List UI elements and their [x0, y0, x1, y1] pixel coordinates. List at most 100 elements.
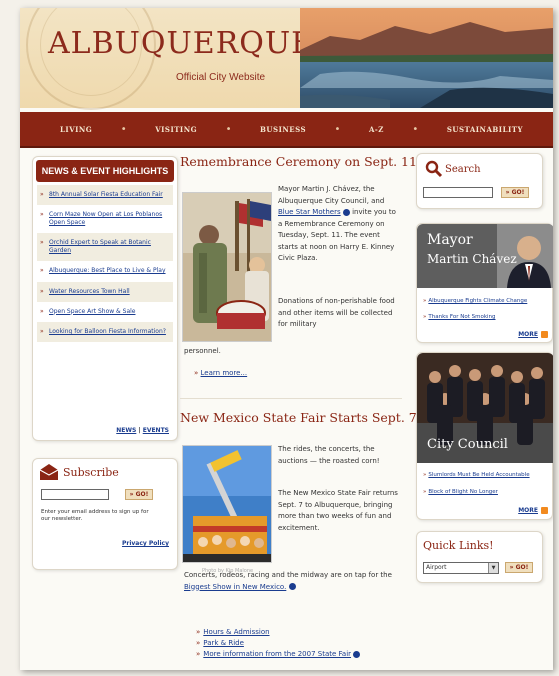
news-link[interactable]: Albuquerque: Best Place to Live & Play	[49, 267, 166, 274]
external-link-icon	[288, 583, 296, 591]
news-link[interactable]: Open Space Art Show & Sale	[49, 308, 135, 315]
bullet-icon: »	[40, 191, 44, 198]
article-text: Concerts, rodeos, racing and the midway …	[184, 571, 392, 579]
site-tagline: Official City Website	[176, 72, 266, 83]
news-item: » Looking for Balloon Fiesta Information…	[37, 321, 173, 342]
rss-icon[interactable]	[541, 331, 548, 338]
bullet-icon: »	[40, 307, 44, 315]
news-highlights-box: NEWS & EVENT HIGHLIGHTS » 8th Annual Sol…	[32, 156, 178, 441]
mayor-link-line: » Albuquerque Fights Climate Change	[423, 298, 527, 304]
hours-admission-link[interactable]: Hours & Admission	[203, 628, 269, 636]
news-link[interactable]: Water Resources Town Hall	[49, 288, 130, 295]
rss-icon[interactable]	[541, 507, 548, 514]
search-input[interactable]	[423, 187, 493, 198]
nav-separator: •	[412, 123, 419, 135]
city-council-box: City Council » Slumlords Must Be Held Acc…	[416, 352, 553, 520]
council-more-link[interactable]: MORE	[518, 507, 538, 514]
bullet-icon: »	[40, 287, 44, 295]
chevron-down-icon[interactable]: ▼	[488, 563, 498, 573]
quick-links-box: Quick Links! Airport ▼ » GO!	[416, 531, 543, 583]
nav-living[interactable]: LIVING	[60, 125, 92, 134]
page: ALBUQUERQUE Official City Website LIVING…	[20, 8, 553, 670]
bullet-icon: »	[423, 298, 427, 304]
mayor-news-link[interactable]: Thanks For Not Smoking	[428, 314, 495, 320]
news-item: » Albuquerque: Best Place to Live & Play	[37, 261, 173, 281]
mayor-banner[interactable]: Mayor Martin Chávez	[417, 224, 553, 288]
subscribe-help-text: Enter your email address to sign up for …	[41, 509, 149, 523]
site-title[interactable]: ALBUQUERQUE	[48, 26, 314, 61]
council-news-link[interactable]: Block of Blight No Longer	[428, 489, 498, 495]
news-heading: NEWS & EVENT HIGHLIGHTS	[36, 160, 174, 182]
state-fair-info-link[interactable]: More information from the 2007 State Fai…	[203, 650, 351, 658]
bullet-icon: »	[40, 267, 44, 275]
news-all-link[interactable]: NEWS	[116, 427, 136, 434]
article-paragraph: The rides, the concerts, the auctions — …	[278, 445, 380, 465]
mayor-box: Mayor Martin Chávez » Albuquerque Fights …	[416, 223, 553, 343]
events-link[interactable]: EVENTS	[143, 427, 169, 434]
blue-star-mothers-link[interactable]: Blue Star Mothers	[278, 208, 341, 216]
subscribe-email-input[interactable]	[41, 489, 109, 500]
news-link[interactable]: Orchid Expert to Speak at Botanic Garden	[49, 239, 151, 254]
council-title: City Council	[427, 437, 508, 452]
envelope-icon	[39, 463, 59, 481]
news-item: » Water Resources Town Hall	[37, 281, 173, 302]
news-item: » 8th Annual Solar Fiesta Education Fair	[37, 185, 173, 206]
privacy-policy-link[interactable]: Privacy Policy	[122, 540, 169, 547]
bullet-icon: »	[40, 327, 44, 335]
external-link-icon	[353, 650, 361, 658]
article-paragraph: The New Mexico State Fair returns Sept. …	[278, 489, 398, 532]
mayor-news-link[interactable]: Albuquerque Fights Climate Change	[428, 298, 527, 304]
quick-links-selected: Airport	[426, 564, 447, 571]
search-icon	[425, 160, 443, 178]
council-news-link[interactable]: Slumlords Must Be Held Accountable	[428, 472, 529, 478]
bullet-icon: »	[423, 489, 427, 495]
search-box: Search » GO!	[416, 153, 543, 209]
council-banner[interactable]: City Council	[417, 353, 553, 463]
fair-link-line: » More information from the 2007 State Fa…	[196, 650, 361, 658]
nav-a-z[interactable]: A-Z	[369, 125, 384, 134]
news-link[interactable]: Corn Maze Now Open at Los Poblanos Open …	[49, 211, 162, 226]
nav-sustainability[interactable]: SUSTAINABILITY	[447, 125, 523, 134]
quick-links-title: Quick Links!	[423, 539, 494, 552]
nav-separator: •	[225, 123, 232, 135]
search-go-button[interactable]: » GO!	[501, 187, 529, 198]
bullet-icon: »	[196, 650, 201, 658]
news-item: » Corn Maze Now Open at Los Poblanos Ope…	[37, 205, 173, 233]
remembrance-photo	[182, 192, 272, 342]
mayor-name: Martin Chávez	[427, 252, 517, 266]
quick-links-select[interactable]: Airport ▼	[423, 562, 499, 574]
news-link[interactable]: Looking for Balloon Fiesta Information?	[49, 328, 166, 335]
quick-links-go-button[interactable]: » GO!	[505, 562, 533, 573]
council-link-line: » Slumlords Must Be Held Accountable	[423, 472, 530, 478]
article-paragraph-cont: personnel.	[184, 347, 221, 355]
news-link[interactable]: 8th Annual Solar Fiesta Education Fair	[49, 191, 163, 198]
bullet-icon: »	[196, 628, 201, 636]
main-nav: LIVING • VISITING • BUSINESS • A-Z • SUS…	[20, 112, 553, 148]
news-item: » Open Space Art Show & Sale	[37, 302, 173, 322]
article-text: Mayor Martin J. Chávez, the Albuquerque …	[278, 185, 385, 205]
learn-more-link[interactable]: Learn more...	[201, 369, 248, 377]
article-title[interactable]: New Mexico State Fair Starts Sept. 7	[180, 410, 417, 425]
learn-more-line: » Learn more...	[194, 368, 247, 380]
article-paragraph: Mayor Martin J. Chávez, the Albuquerque …	[278, 184, 398, 265]
bullet-icon: »	[194, 369, 199, 377]
nav-business[interactable]: BUSINESS	[260, 125, 306, 134]
state-fair-photo	[182, 445, 272, 563]
biggest-show-link[interactable]: Biggest Show in New Mexico.	[184, 583, 286, 591]
mayor-title: Mayor	[427, 232, 473, 248]
article-text: invite you to a Remembrance Ceremony on …	[278, 208, 396, 263]
link-separator: |	[138, 427, 141, 434]
nav-separator: •	[334, 123, 341, 135]
external-link-icon	[342, 208, 350, 216]
subscribe-go-button[interactable]: » GO!	[125, 489, 153, 500]
article-title[interactable]: Remembrance Ceremony on Sept. 11	[180, 154, 417, 169]
fair-link-line: » Hours & Admission	[196, 628, 270, 636]
nav-visiting[interactable]: VISITING	[155, 125, 197, 134]
search-title: Search	[445, 164, 481, 175]
article-paragraph: Donations of non-perishable food and oth…	[278, 297, 395, 329]
news-footer-links: NEWS | EVENTS	[116, 427, 169, 434]
park-ride-link[interactable]: Park & Ride	[203, 639, 244, 647]
nav-separator: •	[120, 123, 127, 135]
mayor-more-link[interactable]: MORE	[518, 331, 538, 338]
council-link-line: » Block of Blight No Longer	[423, 489, 498, 495]
